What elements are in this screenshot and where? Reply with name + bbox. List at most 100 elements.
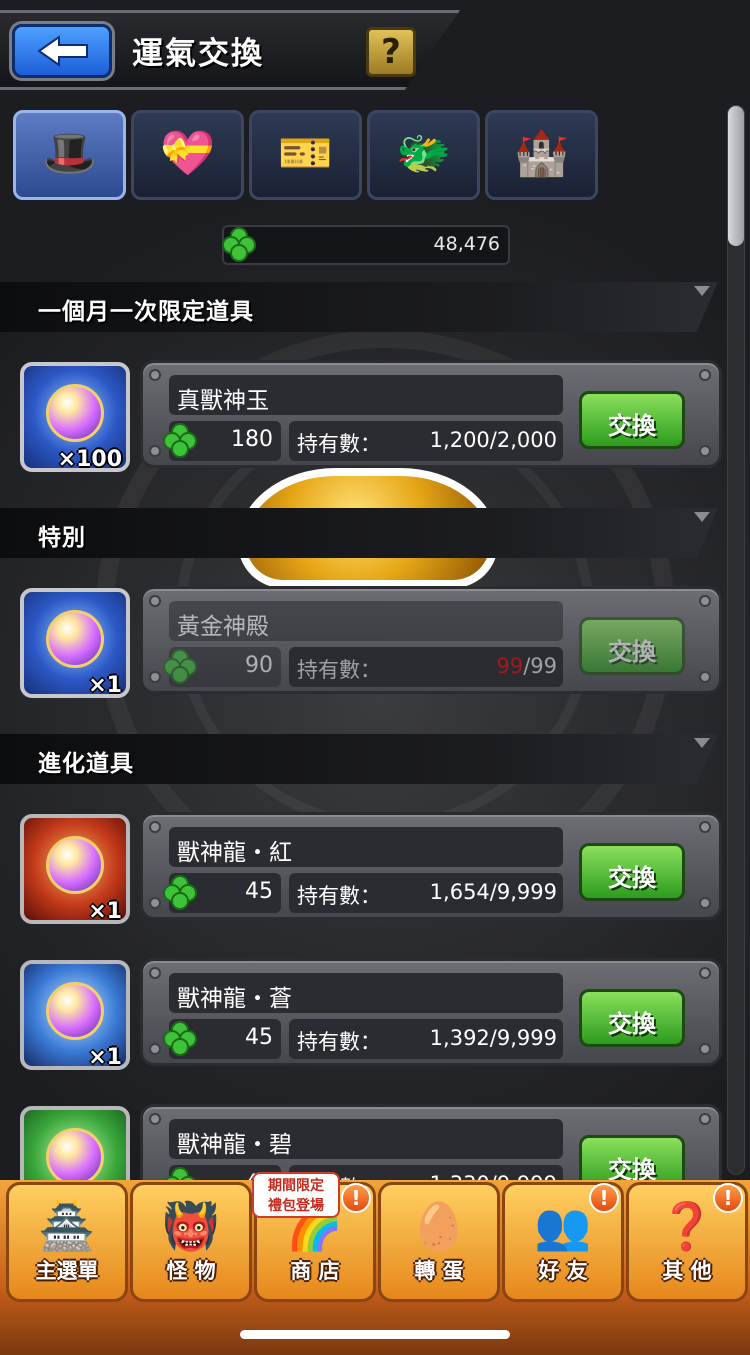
nav-item-gate[interactable]: 🏯 主選單 <box>6 1182 128 1302</box>
item-name-box: 黃金神殿 <box>169 601 563 641</box>
item-name: 黃金神殿 <box>177 614 269 640</box>
item-quantity: ×1 <box>88 673 122 698</box>
rivet-icon <box>699 445 711 457</box>
rivet-icon <box>149 369 161 381</box>
back-button[interactable] <box>12 24 112 78</box>
owned-label: 持有數： <box>297 432 381 456</box>
heart-card-icon: 💝 <box>160 128 215 179</box>
item-name-box: 真獸神玉 <box>169 375 563 415</box>
nav-label: 商 店 <box>290 1259 340 1283</box>
item-owned: 持有數： 1,654/9,999 <box>289 873 563 913</box>
owned-count: 99 <box>496 654 524 678</box>
item-cost: 45 <box>163 873 281 913</box>
item-name-box: 獸神龍・紅 <box>169 827 563 867</box>
exchange-button[interactable]: 交換 <box>579 843 685 901</box>
item-orb-icon <box>46 836 104 894</box>
rivet-icon <box>149 967 161 979</box>
item-name-box: 獸神龍・蒼 <box>169 973 563 1013</box>
owned-max: /2,000 <box>489 428 557 452</box>
page-title: 運氣交換 <box>132 36 264 72</box>
rivet-icon <box>149 671 161 683</box>
tab-heart-card[interactable]: 💝 <box>131 110 244 200</box>
help-button[interactable]: ? <box>366 27 416 77</box>
rivet-icon <box>699 595 711 607</box>
owned-value: 1,200/2,000 <box>430 428 557 452</box>
header: 運氣交換 ? <box>0 0 750 95</box>
owned-max: /99 <box>523 654 557 678</box>
tab-dragon-plush[interactable]: 🐲 <box>367 110 480 200</box>
scrollbar-thumb[interactable] <box>728 106 744 246</box>
item-thumbnail[interactable]: ×100 <box>20 362 130 472</box>
item-card: 獸神龍・蒼 45 持有數： 1,392/9,999 交換 <box>140 958 722 1066</box>
rainbow-ticket-icon: 🎫 <box>278 128 333 179</box>
item-thumbnail[interactable]: ×1 <box>20 960 130 1070</box>
item-quantity: ×100 <box>57 447 122 472</box>
gate-icon: 🏯 <box>38 1199 96 1253</box>
item-owned: 持有數： 1,392/9,999 <box>289 1019 563 1059</box>
tab-rainbow-ticket[interactable]: 🎫 <box>249 110 362 200</box>
item-orb-icon <box>46 610 104 668</box>
exchange-button[interactable]: 交換 <box>579 989 685 1047</box>
nav-label: 轉 蛋 <box>414 1259 464 1283</box>
nav-label: 怪 物 <box>166 1259 216 1283</box>
nav-label: 其 他 <box>662 1259 712 1283</box>
back-arrow-icon <box>37 35 88 67</box>
item-cost-value: 180 <box>231 427 273 452</box>
promo-line-1: 期間限定 <box>268 1178 324 1194</box>
corner-triangle-icon <box>694 512 710 522</box>
nav-label: 主選單 <box>35 1259 99 1283</box>
rivet-icon <box>149 821 161 833</box>
alert-badge-icon: ! <box>341 1183 371 1213</box>
exchange-button-label: 交換 <box>608 1010 656 1038</box>
owned-value: 1,654/9,999 <box>430 880 557 904</box>
item-thumbnail[interactable]: ×1 <box>20 588 130 698</box>
rivet-icon <box>699 1043 711 1055</box>
rivet-icon <box>149 1113 161 1125</box>
item-orb-icon <box>46 384 104 442</box>
nav-item-egg[interactable]: 🥚 轉 蛋 <box>378 1182 500 1302</box>
nav-item-monster[interactable]: 👹 怪 物 <box>130 1182 252 1302</box>
item-owned: 持有數： 1,200/2,000 <box>289 421 563 461</box>
tab-hat-clover[interactable]: 🎩 <box>13 110 126 200</box>
home-indicator[interactable] <box>240 1330 510 1339</box>
nav-item-friends[interactable]: 👥 好 友! <box>502 1182 624 1302</box>
tab-castle[interactable]: 🏰 <box>485 110 598 200</box>
owned-label: 持有數： <box>297 1030 381 1054</box>
owned-value: 1,392/9,999 <box>430 1026 557 1050</box>
owned-value: 99/99 <box>496 654 557 678</box>
corner-triangle-icon <box>694 738 710 748</box>
item-card: 真獸神玉 180 持有數： 1,200/2,000 交換 <box>140 360 722 468</box>
section-label: 特別 <box>38 525 86 551</box>
owned-count: 1,392 <box>429 1026 490 1050</box>
rivet-icon <box>149 445 161 457</box>
item-cost-value: 90 <box>245 653 273 678</box>
owned-count: 1,200 <box>429 428 490 452</box>
castle-icon: 🏰 <box>514 128 569 179</box>
exchange-row: ×1 獸神龍・蒼 45 持有數： 1,392/9,999 交換 <box>0 956 750 1070</box>
clover-balance-value: 48,476 <box>433 233 500 255</box>
owned-max: /9,999 <box>489 880 557 904</box>
exchange-button[interactable]: 交換 <box>579 617 685 675</box>
clover-icon <box>163 423 199 459</box>
item-orb-icon <box>46 982 104 1040</box>
item-thumbnail[interactable]: ×1 <box>20 814 130 924</box>
section-evolution-items: 進化道具 <box>0 734 718 784</box>
alert-badge-icon: ! <box>713 1183 743 1213</box>
item-name: 獸神龍・紅 <box>177 840 292 866</box>
nav-item-other[interactable]: ❓ 其 他! <box>626 1182 748 1302</box>
item-cost: 45 <box>163 1019 281 1059</box>
section-monthly-limited: 一個月一次限定道具 <box>0 282 718 332</box>
nav-label: 好 友 <box>538 1259 588 1283</box>
item-cost: 180 <box>163 421 281 461</box>
exchange-row: ×1 黃金神殿 90 持有數： 99/99 交換 <box>0 584 750 698</box>
dragon-plush-icon: 🐲 <box>396 128 451 179</box>
scrollbar[interactable] <box>727 105 745 1175</box>
corner-triangle-icon <box>694 286 710 296</box>
exchange-button[interactable]: 交換 <box>579 391 685 449</box>
clover-icon <box>222 227 258 263</box>
clover-icon <box>163 1021 199 1057</box>
rivet-icon <box>149 1043 161 1055</box>
exchange-button-label: 交換 <box>608 864 656 892</box>
bottom-nav: 🏯 主選單 👹 怪 物 🌈 商 店! 🥚 轉 蛋 👥 好 友! ❓ 其 他! <box>0 1180 750 1355</box>
promo-line-2: 禮包登場 <box>268 1198 324 1214</box>
